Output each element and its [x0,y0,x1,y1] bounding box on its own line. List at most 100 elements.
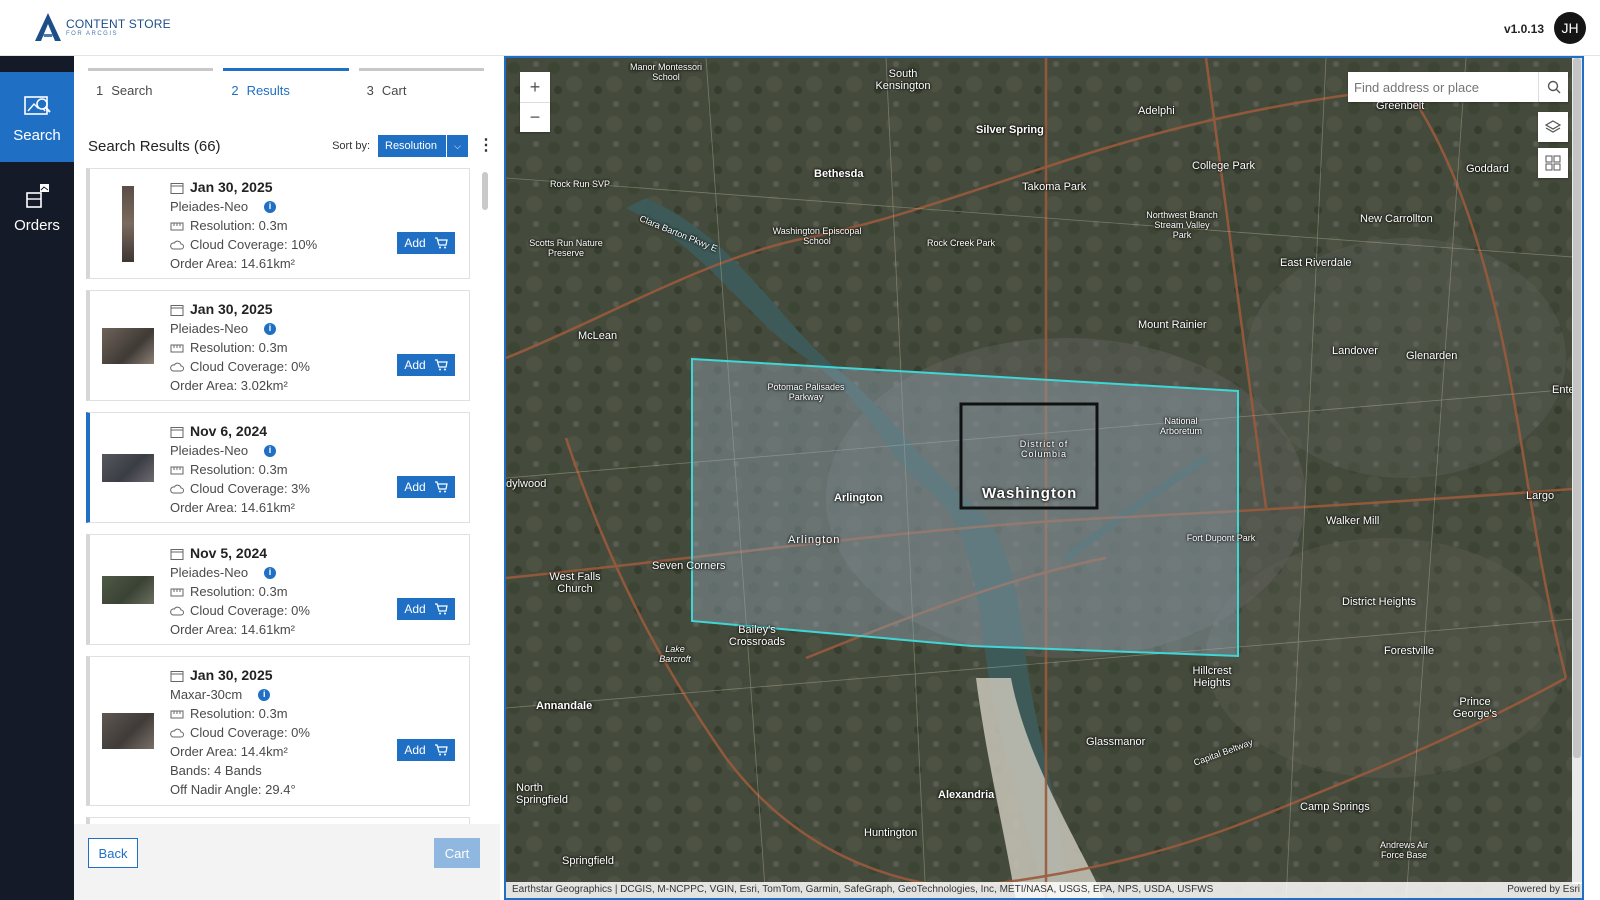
cloud-icon [170,606,184,615]
add-to-cart-button[interactable]: Add [397,476,455,498]
map-label-arlington-2: Arlington [788,534,841,546]
grid-tool-button[interactable] [1538,148,1568,178]
imagery-thumbnail[interactable] [102,575,154,604]
map-label-glassmanor: Glassmanor [1086,736,1146,748]
cloud-icon [170,484,184,493]
card-resolution: Resolution: 0.3m [190,584,288,599]
sort-dropdown[interactable]: Resolution ⌵ [378,135,468,157]
info-icon[interactable]: i [264,200,277,213]
wizard-steps: 1 Search 2 Results 3 Cart [88,68,484,108]
search-button[interactable] [1538,72,1568,102]
cloud-icon [170,240,184,249]
imagery-thumbnail[interactable] [102,713,154,749]
imagery-thumbnail[interactable] [102,327,154,364]
result-card[interactable]: Jan 30, 2025 Pleiades-Neo i Resolution: 0… [86,168,470,279]
info-icon[interactable]: i [264,566,277,579]
results-header: Search Results (66) Sort by: Resolution … [88,134,494,158]
logo-title: CONTENT STORE [66,16,171,31]
map-label-scotts-run: Scotts Run Nature Preserve [529,238,603,258]
address-search-input[interactable] [1348,72,1538,102]
rail-label-search: Search [13,126,61,144]
cloud-icon [170,728,184,737]
map-search [1348,72,1568,102]
map-label-national-arboretum: National Arboretum [1159,416,1203,436]
card-bands: Bands: 4 Bands [170,763,262,778]
step-search[interactable]: 1 Search [88,68,214,108]
info-icon[interactable]: i [264,322,277,335]
map-view[interactable]: Washington District of Columbia Arlingto… [504,56,1584,900]
imagery-thumbnail[interactable] [102,453,154,482]
more-options-icon[interactable]: ⋮ [478,138,494,154]
map-label-new-carrollton: New Carrollton [1360,213,1433,225]
result-card[interactable]: Nov 5, 2024 Pleiades-Neo i Resolution: 0.… [86,534,470,645]
step-number: 2 [231,83,239,98]
map-label-district-heights: District Heights [1342,596,1416,608]
card-area: Order Area: 3.02km² [170,378,288,393]
map-label-arlington: Arlington [834,492,883,504]
map-label-mount-rainier: Mount Rainier [1138,319,1207,331]
scrollbar-thumb[interactable] [482,172,488,210]
map-label-west-falls: West Falls Church [549,571,601,595]
rail-item-orders[interactable]: Orders [0,162,74,252]
app-header: CONTENT STORE FOR ARCGIS v1.0.13 JH [0,0,1600,56]
map-label-fort-dupont: Fort Dupont Park [1186,533,1256,543]
map-label-andrews: Andrews Air Force Base [1379,840,1429,860]
back-button[interactable]: Back [88,838,138,868]
map-label-bethesda: Bethesda [814,168,864,180]
add-to-cart-button[interactable]: Add [397,232,455,254]
card-date: Jan 30, 2025 [190,301,273,317]
list-scrollbar[interactable] [482,172,490,834]
info-icon[interactable]: i [258,688,271,701]
map-label-north-springfield: North Springfield [516,782,568,806]
imagery-thumbnail[interactable] [122,185,134,262]
resolution-icon [170,710,184,718]
map-label-forestville: Forestville [1384,645,1435,657]
card-area: Order Area: 14.61km² [170,256,295,271]
card-date: Jan 30, 2025 [190,179,273,195]
zoom-in-button[interactable]: + [520,72,550,102]
card-cloud: Cloud Coverage: 10% [190,237,318,252]
result-card[interactable]: Jan 30, 2025 Maxar-30cm i Resolution: 0.3… [86,656,470,806]
user-avatar[interactable]: JH [1554,12,1586,44]
add-label: Add [404,602,426,616]
step-results[interactable]: 2 Results [223,68,349,108]
powered-by-esri[interactable]: Powered by Esri [1507,882,1580,898]
card-nadir: Off Nadir Angle: 29.4° [170,782,296,797]
map-label-adelphi: Adelphi [1138,105,1175,117]
info-icon[interactable]: i [264,444,277,457]
map-scrollbar-thumb[interactable] [1573,58,1581,758]
card-resolution: Resolution: 0.3m [190,218,288,233]
map-label-seven-corners: Seven Corners [652,560,726,572]
add-label: Add [404,480,426,494]
basemap-layers-button[interactable] [1538,112,1568,142]
app-version: v1.0.13 [1503,22,1544,36]
cart-icon [434,359,448,371]
step-number: 3 [366,83,374,98]
card-sensor: Maxar-30cm [170,687,243,702]
card-cloud: Cloud Coverage: 0% [190,603,310,618]
results-list: Jan 30, 2025 Pleiades-Neo i Resolution: 0… [84,168,484,834]
step-cart[interactable]: 3 Cart [358,68,484,108]
app-logo[interactable]: CONTENT STORE FOR ARCGIS [34,12,171,42]
add-to-cart-button[interactable]: Add [397,354,455,376]
card-cloud: Cloud Coverage: 0% [190,725,310,740]
zoom-out-button[interactable]: − [520,102,550,132]
cart-button[interactable]: Cart [434,838,480,868]
map-label-walker-mill: Walker Mill [1326,515,1380,527]
logo-a-icon [35,13,61,41]
result-card[interactable]: Nov 6, 2024 Pleiades-Neo i Resolution: 0.… [86,412,470,523]
result-card[interactable]: Jan 30, 2025 Pleiades-Neo i Resolution: 0… [86,290,470,401]
map-label-mclean: McLean [578,330,618,342]
rail-item-search[interactable]: Search [0,72,74,162]
rail-label-orders: Orders [14,216,60,234]
card-cloud: Cloud Coverage: 3% [190,481,310,496]
map-scrollbar[interactable] [1572,58,1582,884]
map-label-annandale: Annandale [536,700,593,712]
add-to-cart-button[interactable]: Add [397,739,455,761]
chevron-down-icon: ⌵ [446,135,468,157]
map-label-manor-montessori: Manor Montessori School [629,62,703,82]
sort-label: Sort by: [332,140,370,152]
add-to-cart-button[interactable]: Add [397,598,455,620]
card-area: Order Area: 14.4km² [170,744,288,759]
orders-icon [26,183,49,208]
